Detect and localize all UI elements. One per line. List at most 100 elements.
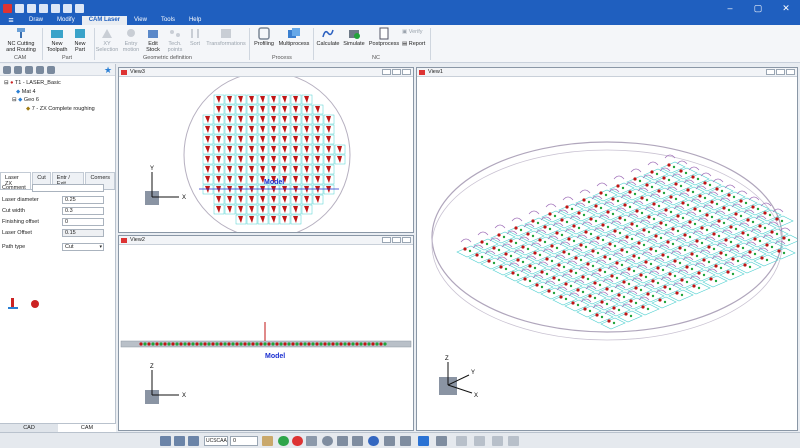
iso-point-red	[629, 299, 633, 303]
print-icon[interactable]	[51, 3, 60, 13]
snap-icon[interactable]	[400, 436, 411, 446]
multiprocess-button[interactable]: Multiprocess	[279, 27, 309, 47]
transformations-button[interactable]: Transformations	[205, 27, 247, 47]
tech-points-button[interactable]: Tech. points	[164, 27, 186, 53]
save-icon[interactable]	[39, 3, 48, 13]
verify-button[interactable]: ▣ Verify	[402, 29, 423, 35]
geometry-icon[interactable]	[36, 65, 44, 74]
hamburger-menu-icon[interactable]: ≡	[0, 16, 22, 25]
tab-cam[interactable]: CAM	[58, 423, 116, 432]
shading-icon[interactable]	[418, 436, 429, 446]
toolpath-mark	[326, 166, 331, 173]
finishing-offset-field[interactable]: 0	[62, 217, 104, 226]
calculate-button[interactable]: Calculate	[317, 27, 339, 47]
maximize-button[interactable]: ▢	[744, 0, 772, 16]
iso-point-green	[683, 248, 687, 252]
tools-icon[interactable]	[14, 65, 22, 74]
view3-canvas[interactable]: Model Y X	[119, 71, 413, 239]
redo-icon[interactable]	[75, 3, 84, 13]
new-file-icon[interactable]	[15, 3, 24, 13]
iso-point-green	[557, 278, 561, 282]
tree-operation[interactable]: ◆ 7 - ZX Complete roughing	[4, 105, 111, 114]
new-toolpath-button[interactable]: New Toolpath	[46, 27, 68, 53]
filter-icon[interactable]	[456, 436, 467, 446]
simulate-button[interactable]: Simulate	[342, 27, 366, 47]
view-mode-icon[interactable]	[160, 436, 171, 446]
view3-close-button[interactable]	[402, 69, 411, 75]
layer-select[interactable]: 0	[230, 436, 258, 446]
toolpath-mark	[205, 156, 210, 163]
nc-cutting-button[interactable]: NC Cutting and Routing	[4, 27, 38, 53]
undo-icon[interactable]	[63, 3, 72, 13]
toolpath-mark	[238, 166, 243, 173]
view1-close-button[interactable]	[786, 69, 795, 75]
edit-stock-button[interactable]: Edit Stock	[143, 27, 163, 53]
view3-panel[interactable]: View3 Model Y X	[118, 67, 414, 239]
menu-cam-laser[interactable]: CAM Laser	[81, 16, 128, 25]
iso-point-red	[662, 176, 666, 180]
menu-modify[interactable]: Modify	[50, 16, 82, 25]
minimize-button[interactable]: –	[716, 0, 744, 16]
menu-tools[interactable]: Tools	[154, 16, 182, 25]
view1-restore-button[interactable]	[776, 69, 785, 75]
view-mode-2-icon[interactable]	[174, 436, 185, 446]
group-nc: NC	[372, 55, 380, 61]
entry-motion-button[interactable]: Entry motion	[120, 27, 142, 53]
laser-diameter-field[interactable]: 0.25	[62, 195, 104, 204]
view-mode-3-icon[interactable]	[188, 436, 199, 446]
pan-icon[interactable]	[384, 436, 395, 446]
ok-icon[interactable]	[278, 436, 289, 446]
view2-canvas[interactable]: Model Z X	[119, 245, 413, 430]
settings-status-icon[interactable]	[508, 436, 519, 446]
stop-icon[interactable]	[292, 436, 303, 446]
tab-cad[interactable]: CAD	[0, 423, 58, 432]
iso-point-green	[599, 206, 603, 210]
cut-width-field[interactable]: 0.3	[62, 206, 104, 215]
menu-view[interactable]: View	[127, 16, 154, 25]
view2-panel[interactable]: View2 Model Z X	[118, 235, 414, 431]
toolpath-mark	[260, 136, 265, 143]
compass-icon[interactable]	[492, 436, 503, 446]
settings-icon[interactable]	[47, 65, 55, 74]
toolpath-mark	[282, 136, 287, 143]
grid-icon[interactable]	[262, 436, 273, 446]
view2-minimize-button[interactable]	[382, 237, 391, 243]
zoom-extents-icon[interactable]	[352, 436, 363, 446]
view2-close-button[interactable]	[402, 237, 411, 243]
postprocess-button[interactable]: Postprocess	[369, 27, 399, 47]
view3-restore-button[interactable]	[392, 69, 401, 75]
zoom-icon[interactable]	[322, 436, 333, 446]
view1-canvas[interactable]: Z Y X	[417, 77, 800, 430]
view1-minimize-button[interactable]	[766, 69, 775, 75]
new-part-button[interactable]: New Part	[70, 27, 90, 53]
profiling-button[interactable]: Profiling	[253, 27, 275, 47]
open-file-icon[interactable]	[27, 3, 36, 13]
view1-panel[interactable]: View1 Z Y X	[416, 67, 800, 431]
ucs-select[interactable]: UCSCAA	[204, 436, 228, 446]
tree-root[interactable]: ⊟ ● T1 - LASER_Basic	[4, 79, 111, 88]
pin-icon[interactable]: ★	[104, 65, 112, 74]
path-type-select[interactable]: Cut ▾	[62, 242, 104, 251]
close-button[interactable]: ✕	[772, 0, 800, 16]
cursor-icon[interactable]	[306, 436, 317, 446]
xy-selection-button[interactable]: XY Selection	[96, 27, 118, 53]
toolpath-mark	[227, 126, 232, 133]
zoom-window-icon[interactable]	[337, 436, 348, 446]
report-button[interactable]: ▤ Report	[402, 41, 425, 47]
view2-restore-button[interactable]	[392, 237, 401, 243]
menu-help[interactable]: Help	[182, 16, 208, 25]
menu-draw[interactable]: Draw	[22, 16, 50, 25]
monitor-icon[interactable]	[3, 65, 11, 74]
view3-minimize-button[interactable]	[382, 69, 391, 75]
iso-point-red	[741, 231, 745, 235]
rotate-icon[interactable]	[368, 436, 379, 446]
layers-icon[interactable]	[436, 436, 447, 446]
tree-mat[interactable]: ◆ Mat 4	[4, 88, 111, 97]
sort-button[interactable]: Sort	[186, 27, 204, 47]
tree-geo[interactable]: ⊟ ◆ Geo 6	[4, 96, 111, 105]
side-mark	[219, 342, 223, 346]
iso-arc	[579, 189, 591, 194]
material-icon[interactable]	[25, 65, 33, 74]
measure-icon[interactable]	[474, 436, 485, 446]
comment-field[interactable]	[32, 183, 104, 192]
